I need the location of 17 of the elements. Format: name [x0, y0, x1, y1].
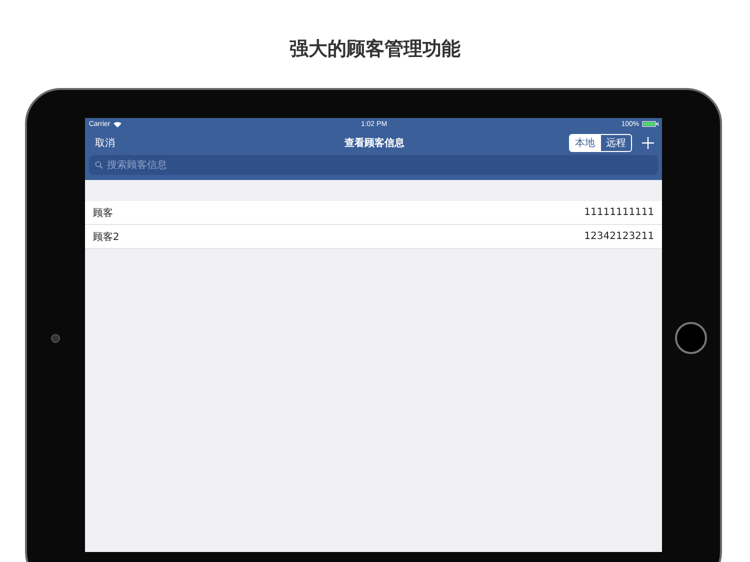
battery-icon — [642, 121, 660, 127]
plus-icon[interactable] — [642, 136, 654, 148]
cancel-button[interactable]: 取消 — [94, 136, 225, 150]
camera-icon — [51, 334, 60, 342]
home-button[interactable] — [675, 322, 708, 354]
customer-row[interactable]: 顾客2 12342123211 — [84, 225, 662, 249]
customer-row[interactable]: 顾客 11111111111 — [84, 201, 662, 225]
customer-phone: 11111111111 — [584, 207, 654, 218]
customer-name: 顾客2 — [92, 230, 120, 244]
customer-phone: 12342123211 — [584, 231, 654, 242]
headline: 强大的顾客管理功能 — [288, 37, 462, 62]
nav-title: 查看顾客信息 — [344, 136, 404, 150]
search-icon — [94, 161, 103, 169]
segment-tab[interactable]: 远程 — [600, 134, 632, 150]
wifi-icon — [113, 120, 122, 128]
segment-tab[interactable]: 本地 — [570, 134, 600, 150]
customer-name: 顾客 — [92, 206, 113, 220]
